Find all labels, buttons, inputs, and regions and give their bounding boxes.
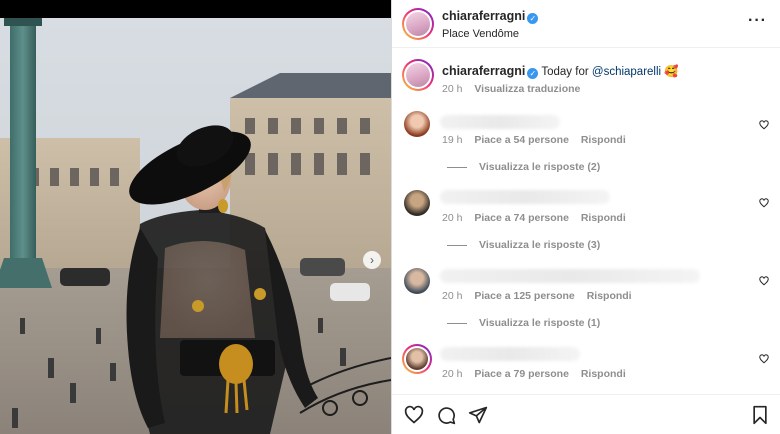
caption-time: 20 h <box>442 83 463 95</box>
comments-list: chiaraferragni ✓ Today for @schiaparelli … <box>392 49 780 394</box>
reply-link[interactable]: Rispondi <box>581 368 626 380</box>
comment-time: 19 h <box>442 134 463 146</box>
view-replies-label: Visualizza le risposte (2) <box>479 161 601 173</box>
comment-likes[interactable]: Piace a 74 persone <box>474 212 569 224</box>
view-replies-link[interactable]: Visualizza le risposte (3) <box>447 239 600 251</box>
caption-mention[interactable]: @schiaparelli <box>592 66 661 78</box>
post-header: chiaraferragni ✓ Place Vendôme ··· <box>392 0 780 48</box>
comment-likes[interactable]: Piace a 54 persone <box>474 134 569 146</box>
reply-link[interactable]: Rispondi <box>587 290 632 302</box>
commenter-avatar[interactable] <box>404 190 430 216</box>
share-icon[interactable] <box>468 405 488 425</box>
replies-divider <box>447 166 467 168</box>
comment-time: 20 h <box>442 212 463 224</box>
author-avatar[interactable] <box>402 8 434 40</box>
instagram-post-view: › chiaraferragni ✓ Place Vendôme ··· chia… <box>0 0 780 434</box>
heart-icon[interactable] <box>759 198 769 208</box>
post-media: › <box>0 0 391 434</box>
caption: chiaraferragni ✓ Today for @schiaparelli … <box>442 64 762 79</box>
comment-text-redacted <box>440 190 610 204</box>
comment-icon[interactable] <box>436 405 456 425</box>
reply-link[interactable]: Rispondi <box>581 212 626 224</box>
caption-text: Today for <box>541 66 589 78</box>
post-photo <box>0 18 391 434</box>
caption-meta: 20 h Visualizza traduzione <box>442 83 580 95</box>
reply-link[interactable]: Rispondi <box>581 134 626 146</box>
chevron-right-icon[interactable]: › <box>363 251 381 269</box>
commenter-avatar[interactable] <box>404 268 430 294</box>
caption-username[interactable]: chiaraferragni <box>442 64 525 78</box>
comment-meta: 20 h Piace a 125 persone Rispondi <box>442 290 632 302</box>
heart-icon[interactable] <box>759 276 769 286</box>
comment-time: 20 h <box>442 290 463 302</box>
post-side-panel: chiaraferragni ✓ Place Vendôme ··· chiara… <box>391 0 780 434</box>
heart-icon[interactable] <box>759 354 769 364</box>
post-location[interactable]: Place Vendôme <box>442 28 538 40</box>
author-username[interactable]: chiaraferragni <box>442 9 525 23</box>
caption-emoji: 🥰 <box>664 66 679 78</box>
media-top-bar <box>0 0 391 18</box>
replies-divider <box>447 244 467 246</box>
replies-divider <box>447 322 467 324</box>
post-actions <box>392 394 780 434</box>
commenter-avatar[interactable] <box>404 111 430 137</box>
comment-likes[interactable]: Piace a 79 persone <box>474 368 569 380</box>
caption-avatar[interactable] <box>402 59 434 91</box>
view-replies-label: Visualizza le risposte (3) <box>479 239 601 251</box>
comment-meta: 19 h Piace a 54 persone Rispondi <box>442 134 626 146</box>
comment-likes[interactable]: Piace a 125 persone <box>474 290 574 302</box>
commenter-avatar[interactable] <box>402 344 432 374</box>
comment-text-redacted <box>440 269 700 283</box>
bookmark-icon[interactable] <box>750 405 770 425</box>
verified-badge-icon: ✓ <box>527 13 539 24</box>
heart-icon[interactable] <box>404 405 424 425</box>
comment-text-redacted <box>440 347 580 361</box>
view-replies-link[interactable]: Visualizza le risposte (1) <box>447 317 600 329</box>
heart-icon[interactable] <box>759 120 769 130</box>
comment-meta: 20 h Piace a 79 persone Rispondi <box>442 368 626 380</box>
more-options-icon[interactable]: ··· <box>748 12 767 30</box>
comment-text-redacted <box>440 115 560 129</box>
view-replies-label: Visualizza le risposte (1) <box>479 317 601 329</box>
comment-time: 20 h <box>442 368 463 380</box>
verified-badge-icon: ✓ <box>527 68 539 79</box>
view-replies-link[interactable]: Visualizza le risposte (2) <box>447 161 600 173</box>
comment-meta: 20 h Piace a 74 persone Rispondi <box>442 212 626 224</box>
translate-link[interactable]: Visualizza traduzione <box>474 83 580 95</box>
